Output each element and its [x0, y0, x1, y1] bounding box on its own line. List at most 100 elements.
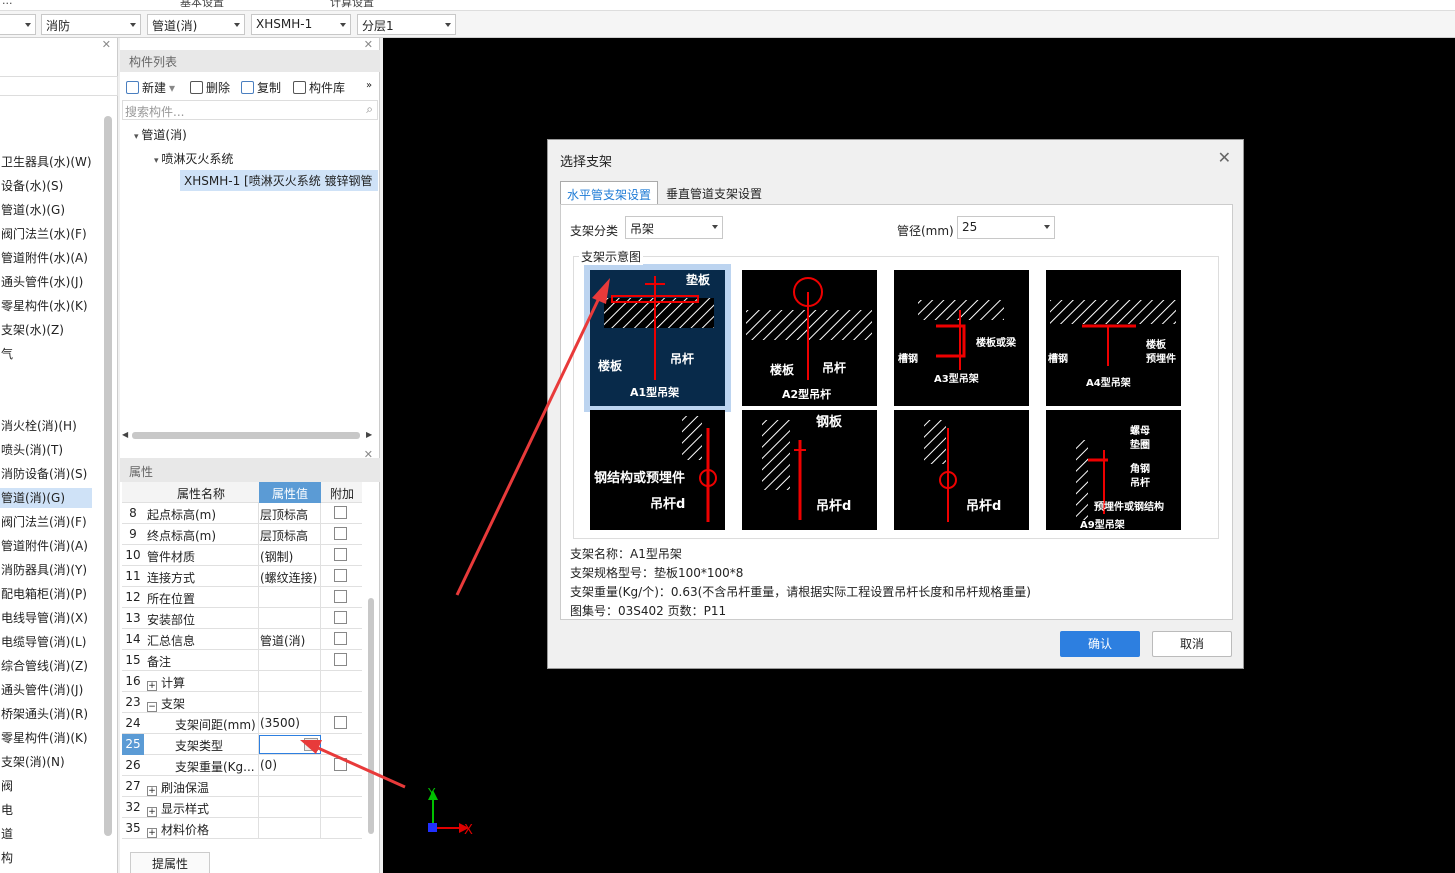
extra-checkbox[interactable] — [334, 716, 347, 729]
bracket-thumb[interactable]: 楼板 吊杆 A2型吊杆 — [742, 270, 877, 406]
nav-item[interactable]: 消火栓(消)(H) — [0, 416, 77, 436]
property-row[interactable]: 13 安装部位 — [122, 608, 362, 629]
property-row[interactable]: 24 支架间距(mm) (3500) — [122, 713, 362, 734]
extra-checkbox[interactable] — [334, 506, 347, 519]
specialty-combo[interactable]: 消防 — [41, 14, 141, 35]
expand-icon[interactable]: + — [147, 807, 157, 817]
nav-scrollbar[interactable] — [104, 116, 112, 836]
extra-checkbox[interactable] — [334, 527, 347, 540]
bracket-thumb[interactable]: 楼板 槽钢 预埋件 A4型吊架 — [1046, 270, 1181, 406]
top-label-1[interactable]: ... — [2, 0, 13, 7]
bracket-thumb[interactable]: 楼板 吊杆 垫板 A1型吊架 — [584, 264, 731, 412]
nav-item[interactable]: 管道(水)(G) — [0, 200, 65, 220]
property-row[interactable]: 25 支架类型 — [122, 734, 362, 755]
property-row[interactable]: 26 支架重量(Kg... (0) — [122, 755, 362, 776]
nav-item[interactable]: 桥架通头(消)(R) — [0, 704, 88, 724]
nav-item[interactable]: 电缆导管(消)(L) — [0, 632, 86, 652]
floor-combo[interactable] — [0, 14, 36, 35]
nav-item[interactable]: 支架(水)(Z) — [0, 320, 64, 340]
tree-node-system[interactable]: ▾ 喷淋灭火系统 — [154, 150, 233, 167]
nav-item[interactable]: 消防设备(消)(S) — [0, 464, 87, 484]
property-row[interactable]: 32 + 显示样式 — [122, 797, 362, 818]
property-value[interactable]: 层顶标高 — [260, 506, 322, 523]
nav-item[interactable]: 阀 — [0, 776, 13, 796]
property-row[interactable]: 12 所在位置 — [122, 587, 362, 608]
property-value[interactable]: (钢制) — [260, 548, 322, 565]
component-combo[interactable]: XHSMH-1 — [251, 14, 351, 35]
expand-icon[interactable]: + — [147, 828, 157, 838]
copy-button[interactable]: 复制 — [241, 79, 281, 96]
tab-properties[interactable]: 提属性 — [130, 852, 210, 873]
property-row[interactable]: 35 + 材料价格 — [122, 818, 362, 839]
type-combo[interactable]: 管道(消) — [147, 14, 245, 35]
top-label-3[interactable]: 计算设置 — [330, 0, 374, 10]
close-icon[interactable]: ✕ — [364, 38, 373, 51]
extra-checkbox[interactable] — [334, 611, 347, 624]
component-search-input[interactable]: 搜索构件... ⌕ — [122, 100, 378, 120]
property-row[interactable]: 27 + 刷油保温 — [122, 776, 362, 797]
extra-checkbox[interactable] — [334, 569, 347, 582]
bracket-thumb[interactable]: 钢板吊杆dA7型吊架 — [742, 410, 877, 530]
properties-scrollbar[interactable] — [368, 598, 374, 834]
property-value[interactable]: 管道(消) — [260, 632, 322, 649]
bracket-thumb[interactable]: 楼板或梁 槽钢 A3型吊架 — [894, 270, 1029, 406]
extra-checkbox[interactable] — [334, 632, 347, 645]
expand-icon[interactable]: − — [147, 702, 157, 712]
extra-checkbox[interactable] — [334, 590, 347, 603]
nav-item[interactable]: 零星构件(消)(K) — [0, 728, 88, 748]
more-icon[interactable]: » — [366, 80, 372, 91]
nav-item[interactable]: 电线导管(消)(X) — [0, 608, 88, 628]
tree-node-root[interactable]: ▾ 管道(消) — [134, 126, 187, 143]
nav-item[interactable]: 通头管件(水)(J) — [0, 272, 83, 292]
tab-horizontal[interactable]: 水平管支架设置 — [560, 181, 659, 204]
delete-button[interactable]: 删除 — [190, 79, 230, 96]
expand-icon[interactable]: + — [147, 681, 157, 691]
property-row[interactable]: 9 终点标高(m) 层顶标高 — [122, 524, 362, 545]
nav-item[interactable]: 管道(消)(G) — [0, 488, 92, 508]
diameter-select[interactable]: 25 — [957, 216, 1055, 239]
top-label-2[interactable]: 基本设置 — [180, 0, 224, 10]
property-row[interactable]: 16 + 计算 — [122, 671, 362, 692]
nav-item[interactable]: 设备(水)(S) — [0, 176, 63, 196]
bracket-type-editor[interactable] — [259, 735, 321, 754]
close-icon[interactable]: ✕ — [1218, 148, 1231, 167]
property-value[interactable]: (0) — [260, 758, 322, 772]
nav-item[interactable]: 综合管线(消)(Z) — [0, 656, 88, 676]
category-select[interactable]: 吊架 — [625, 216, 723, 239]
tree-hscrollbar[interactable] — [132, 432, 360, 439]
bracket-thumb[interactable]: 吊杆dA8型吊架 — [894, 410, 1029, 530]
nav-item[interactable]: 阀门法兰(水)(F) — [0, 224, 87, 244]
extra-checkbox[interactable] — [334, 758, 347, 771]
property-row[interactable]: 23 − 支架 — [122, 692, 362, 713]
nav-item[interactable]: 构 — [0, 848, 13, 868]
nav-item[interactable]: 卫生器具(水)(W) — [0, 152, 92, 172]
bracket-thumb[interactable]: 钢结构或预埋件吊杆dA6型吊架 — [590, 410, 725, 530]
tree-node-component[interactable]: XHSMH-1 [喷淋灭火系统 镀锌钢管 — [180, 170, 378, 191]
nav-item[interactable]: 零星构件(水)(K) — [0, 296, 88, 316]
nav-item[interactable]: 道 — [0, 824, 13, 844]
nav-item[interactable]: 电 — [0, 800, 13, 820]
tab-vertical[interactable]: 垂直管道支架设置 — [660, 181, 768, 204]
property-row[interactable]: 15 备注 — [122, 650, 362, 671]
new-button[interactable]: 新建 ▾ — [126, 79, 175, 96]
bracket-thumb[interactable]: 螺母 垫圈 角钢 吊杆 预埋件或钢结构 A9型吊架 — [1046, 410, 1181, 530]
confirm-button[interactable]: 确认 — [1060, 631, 1140, 657]
expand-icon[interactable]: + — [147, 786, 157, 796]
nav-item[interactable]: 管道附件(水)(A) — [0, 248, 88, 268]
nav-item[interactable]: 配电箱柜(消)(P) — [0, 584, 87, 604]
nav-item[interactable]: 支架(消)(N) — [0, 752, 65, 772]
dropdown-button[interactable] — [304, 738, 318, 751]
close-icon[interactable]: ✕ — [102, 38, 111, 51]
library-button[interactable]: 构件库 — [293, 79, 345, 96]
property-value[interactable]: 层顶标高 — [260, 527, 322, 544]
property-value[interactable]: (3500) — [260, 716, 322, 730]
property-row[interactable]: 8 起点标高(m) 层顶标高 — [122, 503, 362, 524]
nav-item[interactable]: 喷头(消)(T) — [0, 440, 63, 460]
cancel-button[interactable]: 取消 — [1152, 631, 1232, 657]
close-icon[interactable]: ✕ — [364, 448, 373, 461]
extra-checkbox[interactable] — [334, 548, 347, 561]
property-row[interactable]: 14 汇总信息 管道(消) — [122, 629, 362, 650]
nav-item[interactable]: 阀门法兰(消)(F) — [0, 512, 87, 532]
layer-combo[interactable]: 分层1 — [357, 14, 456, 35]
nav-item[interactable]: 管道附件(消)(A) — [0, 536, 88, 556]
